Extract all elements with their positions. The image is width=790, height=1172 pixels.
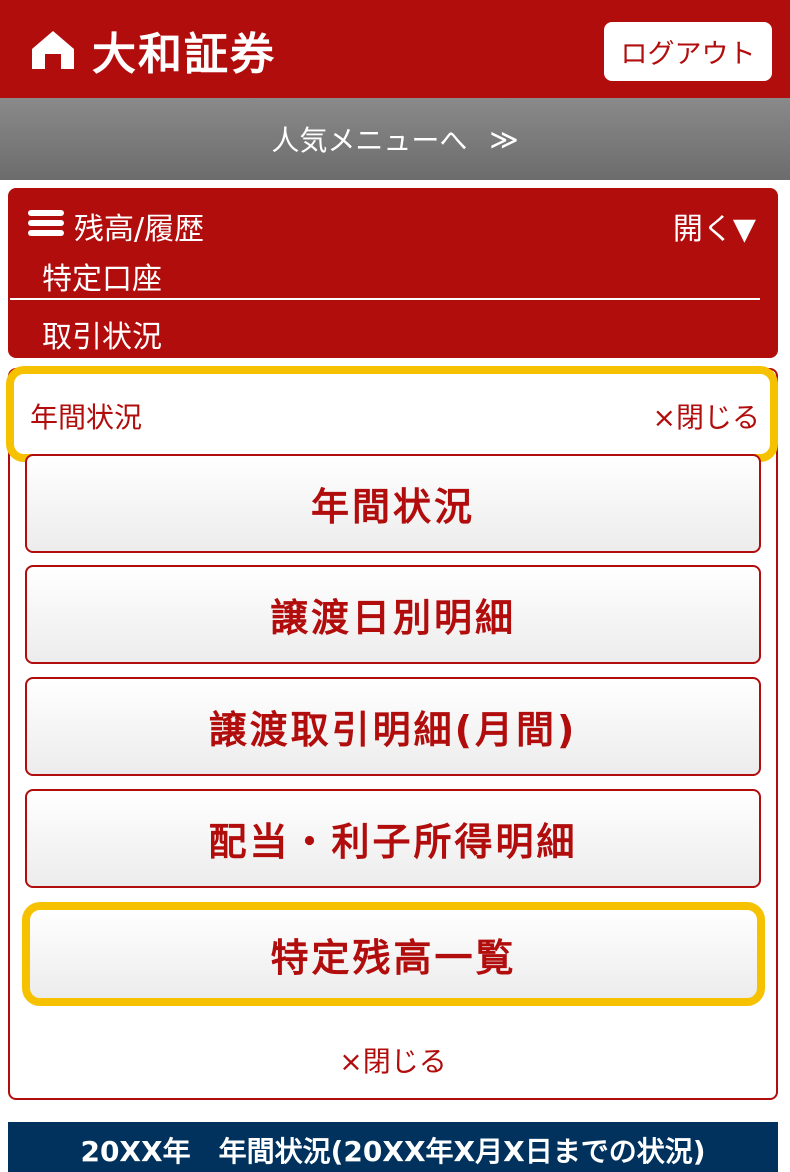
panel-item-tokutei-account[interactable]: 特定口座	[42, 254, 162, 298]
bottom-close-button[interactable]: ×閉じる	[0, 1040, 786, 1080]
double-chevron-right-icon: ≫	[489, 122, 519, 156]
tokutei-balance-list-button[interactable]: 特定残高一覧	[22, 902, 765, 1006]
transfer-monthly-detail-button[interactable]: 譲渡取引明細(月間)	[25, 677, 761, 776]
panel-title: 残高/履歴	[74, 212, 205, 247]
balance-history-panel: 残高/履歴 開く▼ 特定口座 取引状況	[8, 188, 778, 358]
hamburger-icon[interactable]	[28, 210, 64, 236]
dividend-interest-detail-button[interactable]: 配当・利子所得明細	[25, 789, 761, 888]
panel-open-toggle[interactable]: 開く▼	[673, 204, 756, 248]
brand-logo[interactable]: 大和証券	[30, 20, 276, 80]
annual-close-button[interactable]: ×閉じる	[653, 396, 760, 436]
panel-divider	[10, 298, 760, 300]
logout-button[interactable]: ログアウト	[604, 22, 772, 81]
annual-status-button[interactable]: 年間状況	[25, 454, 761, 553]
annual-status-header: 年間状況 ×閉じる	[6, 366, 778, 462]
transfer-daily-detail-button[interactable]: 譲渡日別明細	[25, 565, 761, 664]
header: 大和証券 ログアウト	[0, 0, 790, 98]
home-icon	[32, 31, 74, 69]
annual-status-label: 年間状況	[30, 401, 143, 434]
popular-menu-label: 人気メニューへ	[271, 124, 468, 157]
popular-menu-link[interactable]: 人気メニューへ ≫	[0, 98, 790, 180]
brand-name: 大和証券	[92, 29, 276, 80]
panel-item-trade-status[interactable]: 取引状況	[42, 312, 162, 356]
annual-status-title-bar: 20XX年 年間状況(20XX年X月X日までの状況)	[8, 1122, 778, 1172]
